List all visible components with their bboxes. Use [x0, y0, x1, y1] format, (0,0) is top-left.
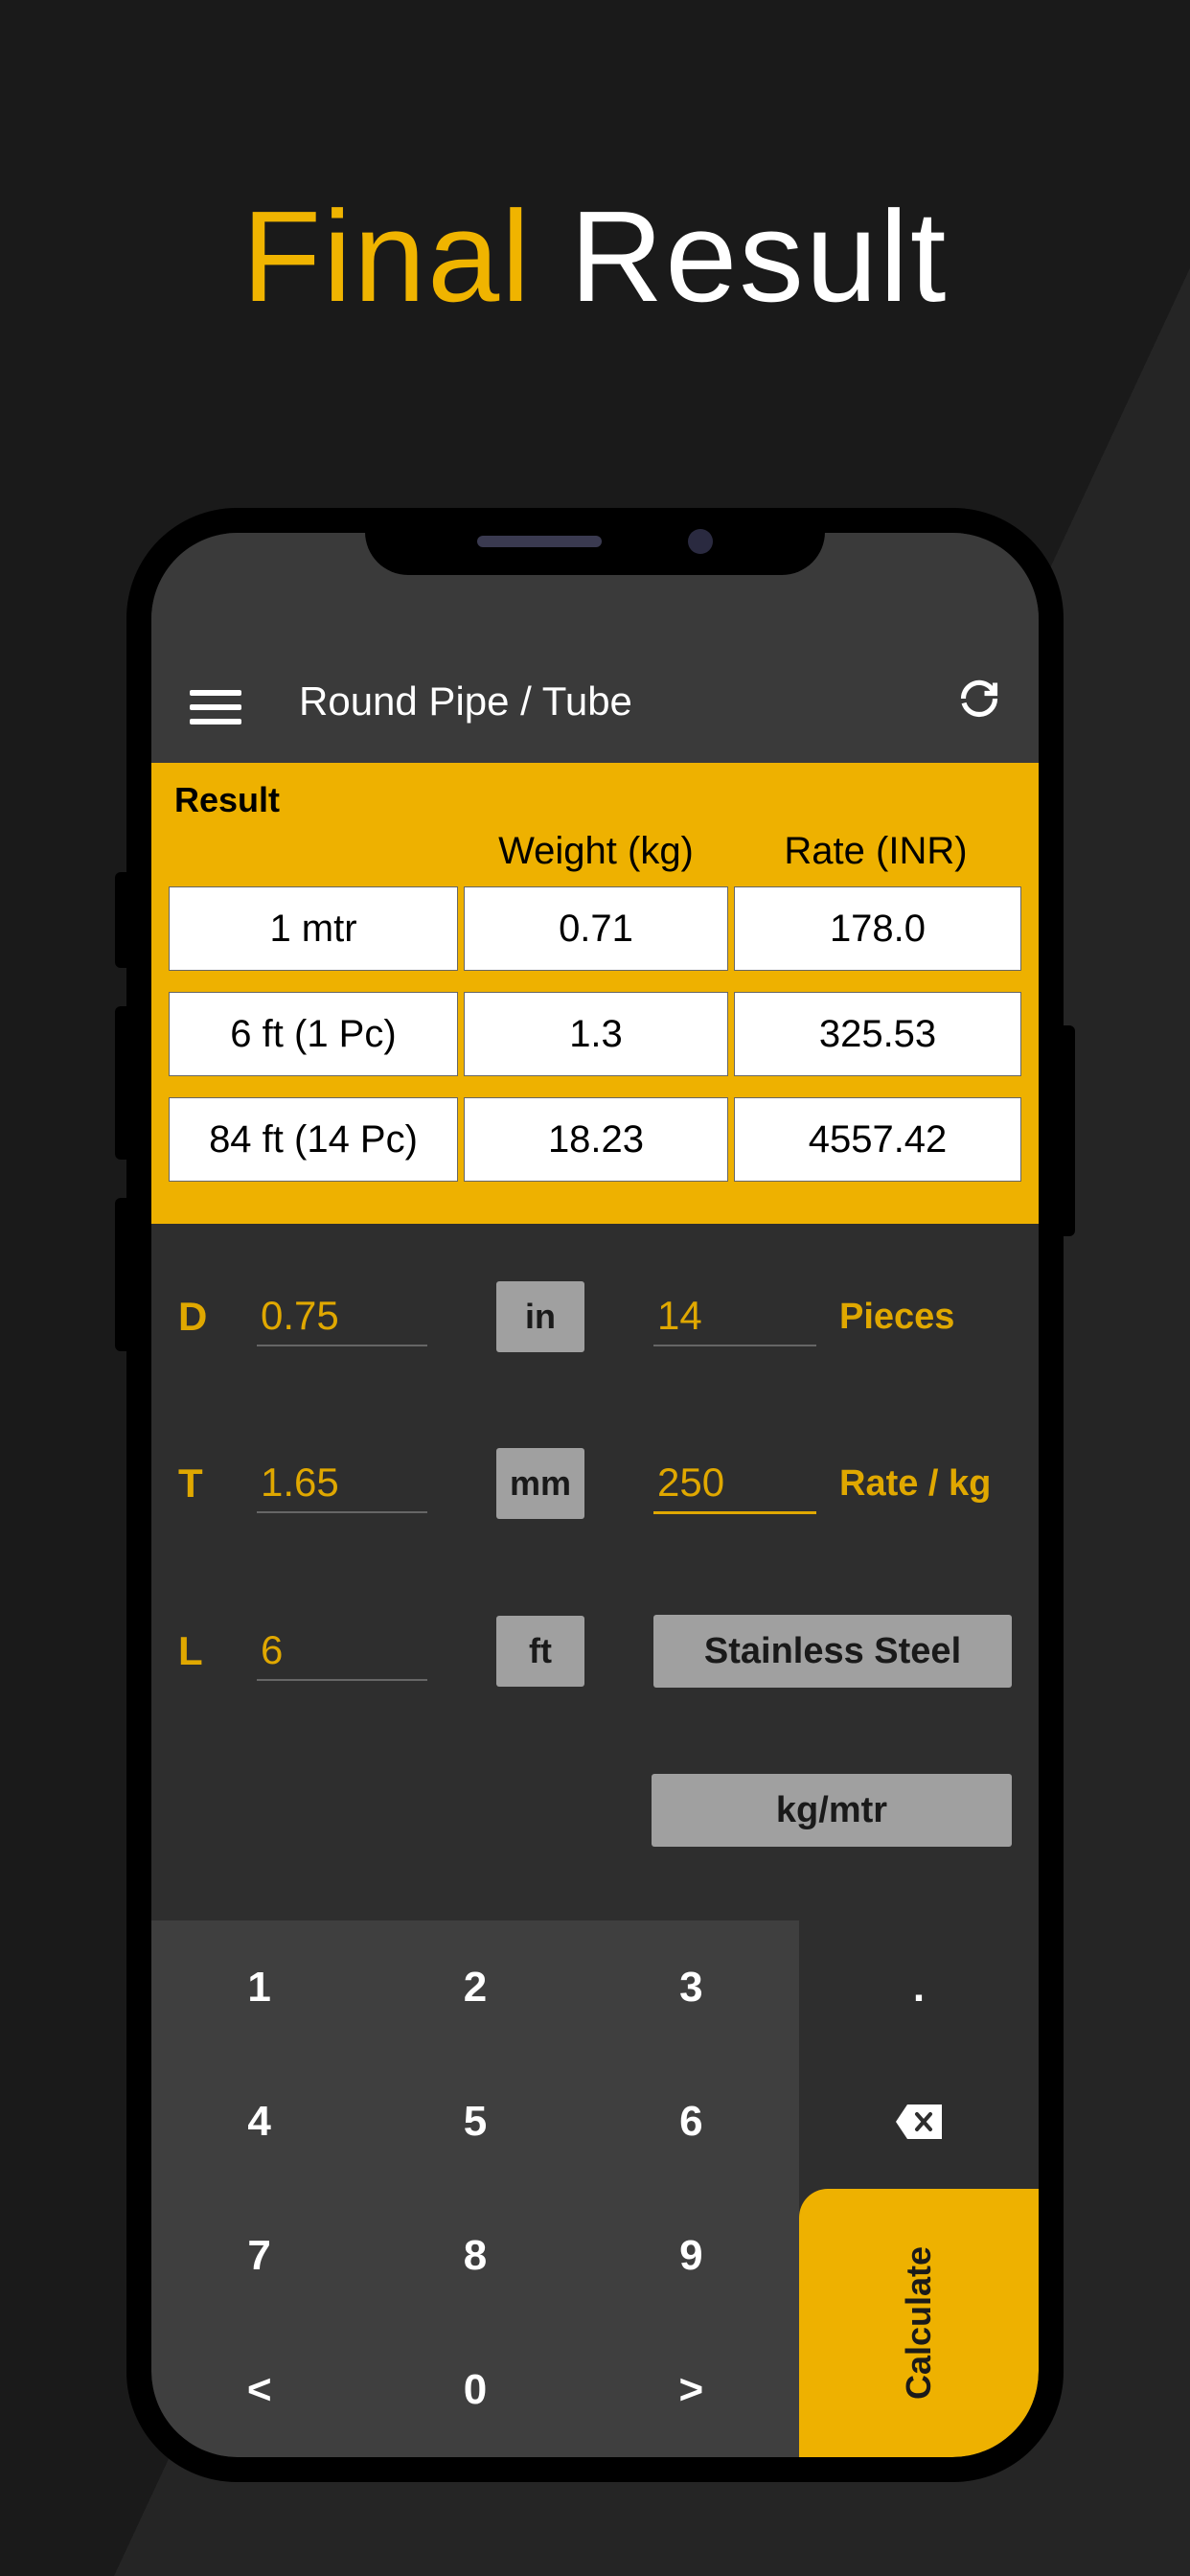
unit-l-button[interactable]: ft	[496, 1616, 584, 1687]
page-title: Round Pipe / Tube	[299, 678, 958, 724]
key-5[interactable]: 5	[367, 2055, 583, 2189]
row-rate: 325.53	[734, 992, 1021, 1076]
header-rate: Rate (INR)	[730, 830, 1021, 873]
key-7[interactable]: 7	[151, 2189, 367, 2323]
key-9[interactable]: 9	[584, 2189, 799, 2323]
table-row: 1 mtr 0.71 178.0	[169, 886, 1021, 971]
table-row: 6 ft (1 Pc) 1.3 325.53	[169, 992, 1021, 1076]
input-l[interactable]: 6	[257, 1622, 427, 1681]
key-prev[interactable]: <	[151, 2323, 367, 2457]
key-4[interactable]: 4	[151, 2055, 367, 2189]
phone-mockup: Round Pipe / Tube Result Weight (kg) Rat…	[126, 508, 1064, 2482]
row-weight: 0.71	[464, 886, 728, 971]
output-unit-select[interactable]: kg/mtr	[652, 1774, 1012, 1847]
label-pieces: Pieces	[839, 1297, 954, 1338]
key-3[interactable]: 3	[584, 1920, 799, 2055]
key-2[interactable]: 2	[367, 1920, 583, 2055]
row-label: 84 ft (14 Pc)	[169, 1097, 458, 1182]
row-label: 6 ft (1 Pc)	[169, 992, 458, 1076]
input-rate[interactable]: 250	[653, 1454, 816, 1514]
calculate-button[interactable]: Calculate	[799, 2189, 1039, 2457]
promo-word-2: Result	[570, 184, 949, 329]
key-0[interactable]: 0	[367, 2323, 583, 2457]
row-weight: 18.23	[464, 1097, 728, 1182]
result-panel: Result Weight (kg) Rate (INR) 1 mtr 0.71…	[151, 763, 1039, 1224]
backspace-icon	[894, 2103, 944, 2141]
calculate-label: Calculate	[899, 2246, 939, 2400]
label-t: T	[178, 1460, 257, 1506]
row-weight: 1.3	[464, 992, 728, 1076]
key-6[interactable]: 6	[584, 2055, 799, 2189]
label-l: L	[178, 1628, 257, 1674]
row-rate: 178.0	[734, 886, 1021, 971]
label-d: D	[178, 1294, 257, 1340]
input-d[interactable]: 0.75	[257, 1287, 427, 1346]
inputs-panel: D 0.75 in 14 Pieces T 1.65 mm 250 Rate /…	[151, 1224, 1039, 1774]
label-rate: Rate / kg	[839, 1463, 991, 1505]
input-pieces[interactable]: 14	[653, 1287, 816, 1346]
promo-title: Final Result	[0, 182, 1190, 331]
input-t[interactable]: 1.65	[257, 1454, 427, 1513]
key-backspace[interactable]	[799, 2055, 1039, 2189]
app-screen: Round Pipe / Tube Result Weight (kg) Rat…	[151, 533, 1039, 2457]
result-label: Result	[174, 780, 1021, 820]
unit-d-button[interactable]: in	[496, 1281, 584, 1352]
key-dot[interactable]: .	[799, 1920, 1039, 2055]
menu-icon[interactable]	[190, 690, 241, 724]
table-row: 84 ft (14 Pc) 18.23 4557.42	[169, 1097, 1021, 1182]
material-select[interactable]: Stainless Steel	[653, 1615, 1012, 1688]
unit-t-button[interactable]: mm	[496, 1448, 584, 1519]
promo-word-1: Final	[242, 184, 533, 329]
header-weight: Weight (kg)	[462, 830, 730, 873]
key-next[interactable]: >	[584, 2323, 799, 2457]
refresh-icon[interactable]	[958, 678, 1000, 724]
row-label: 1 mtr	[169, 886, 458, 971]
key-1[interactable]: 1	[151, 1920, 367, 2055]
key-8[interactable]: 8	[367, 2189, 583, 2323]
keypad: 1 2 3 4 5 6 7 8 9 < 0 > .	[151, 1920, 1039, 2457]
row-rate: 4557.42	[734, 1097, 1021, 1182]
